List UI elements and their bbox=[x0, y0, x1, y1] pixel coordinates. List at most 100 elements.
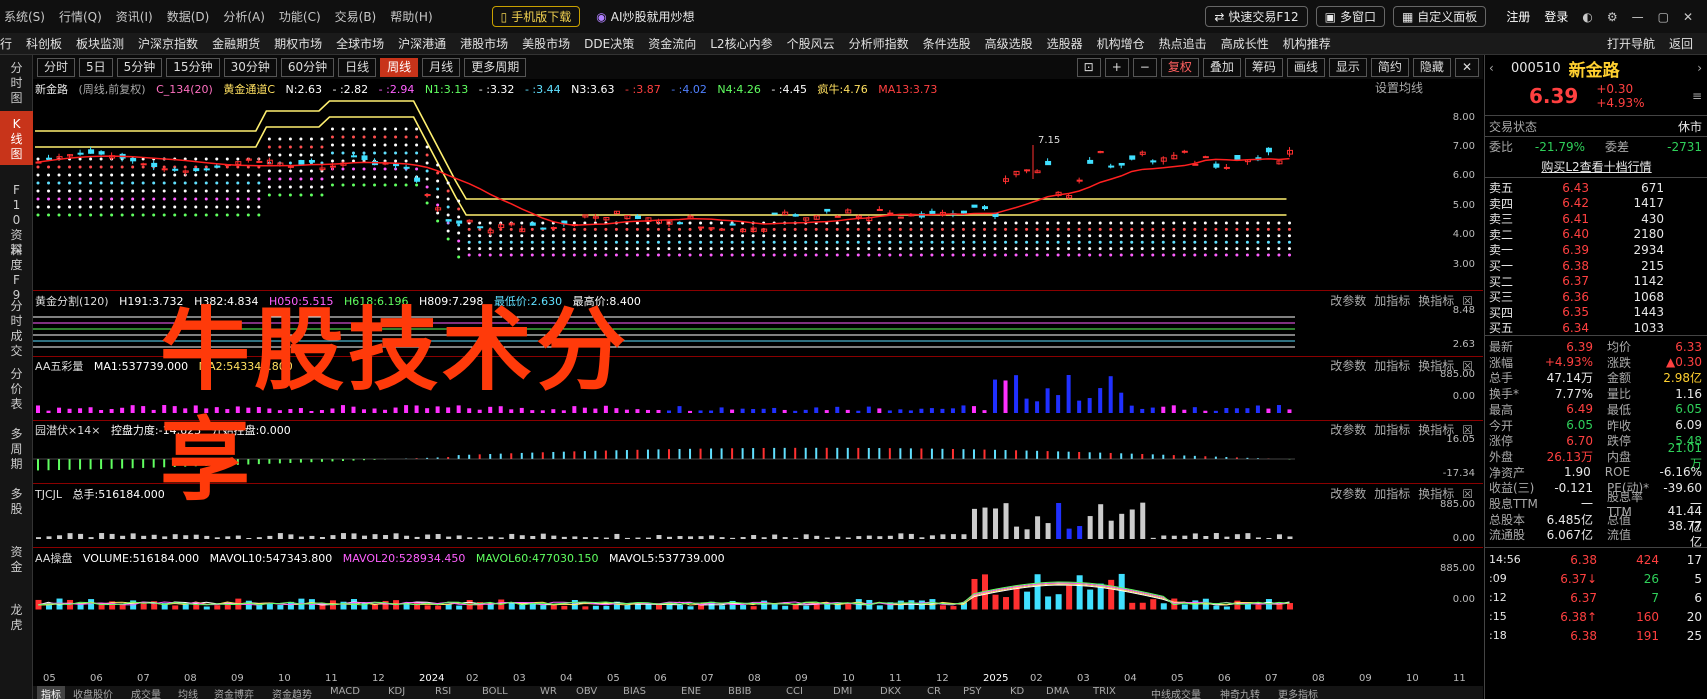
indicator-tab[interactable]: 神奇九转 bbox=[1220, 686, 1260, 699]
period-tab[interactable]: 30分钟 bbox=[223, 57, 277, 77]
left-nav-item[interactable]: 多股 bbox=[0, 483, 33, 527]
indicator-tab[interactable]: 中线成交量 bbox=[1151, 686, 1201, 699]
indicator-tab[interactable]: 均线 bbox=[178, 686, 198, 699]
edit-params-button[interactable]: 改参数 bbox=[1330, 294, 1366, 308]
next-stock-icon[interactable]: › bbox=[1697, 61, 1702, 75]
indicator-tab[interactable]: DKX bbox=[880, 686, 901, 697]
nav-item[interactable]: L2核心内参 bbox=[710, 35, 772, 52]
zoom-out-icon[interactable]: − bbox=[1132, 57, 1157, 77]
chips-button[interactable]: 筹码 bbox=[1244, 57, 1283, 77]
menu-system[interactable]: 系统(S) bbox=[4, 8, 45, 25]
menu-analysis[interactable]: 分析(A) bbox=[223, 8, 265, 25]
left-nav-item[interactable]: 龙虎 bbox=[0, 599, 33, 643]
period-tab[interactable]: 日线 bbox=[338, 57, 377, 77]
left-nav-item[interactable]: 资金 bbox=[0, 541, 33, 585]
switch-indicator-button[interactable]: 换指标 bbox=[1418, 294, 1454, 308]
nav-item[interactable]: 全球市场 bbox=[336, 35, 384, 52]
menu-function[interactable]: 功能(C) bbox=[279, 8, 321, 25]
indicator-tab[interactable]: TRIX bbox=[1093, 686, 1116, 697]
nav-item[interactable]: 高级选股 bbox=[985, 35, 1033, 52]
draw-line-button[interactable]: 画线 bbox=[1286, 57, 1325, 77]
edit-params-button[interactable]: 改参数 bbox=[1330, 487, 1366, 501]
left-nav-item[interactable]: 分时成交 bbox=[0, 295, 33, 358]
left-nav-item[interactable]: 深度F9 bbox=[0, 239, 33, 302]
add-indicator-button[interactable]: 加指标 bbox=[1374, 487, 1410, 501]
simple-button[interactable]: 简约 bbox=[1370, 57, 1409, 77]
login-link[interactable]: 登录 bbox=[1544, 8, 1568, 25]
period-tab[interactable]: 5日 bbox=[79, 57, 113, 77]
skin-icon[interactable]: ◐ bbox=[1582, 10, 1592, 24]
adjust-dropdown[interactable]: 复权 bbox=[1160, 57, 1199, 77]
buy-l2-link[interactable]: 购买L2查看十档行情 bbox=[1541, 158, 1651, 175]
menu-help[interactable]: 帮助(H) bbox=[390, 8, 432, 25]
close-icon[interactable]: ✕ bbox=[1683, 10, 1693, 24]
nav-item[interactable]: 分析师指数 bbox=[849, 35, 909, 52]
indicator-tab[interactable]: BIAS bbox=[623, 686, 646, 697]
open-guide-link[interactable]: 打开导航 bbox=[1607, 35, 1655, 52]
indicator-tab[interactable]: 成交量 bbox=[131, 686, 161, 699]
ai-promo-link[interactable]: ◉ AI炒股就用炒想 bbox=[588, 6, 702, 27]
nav-item[interactable]: 沪深京指数 bbox=[138, 35, 198, 52]
indicator-tab[interactable]: 更多指标 bbox=[1278, 686, 1318, 699]
nav-item[interactable]: 资金流向 bbox=[648, 35, 696, 52]
add-indicator-button[interactable]: 加指标 bbox=[1374, 359, 1410, 373]
edit-params-button[interactable]: 改参数 bbox=[1330, 423, 1366, 437]
indicator-label[interactable]: C_134(20) bbox=[156, 83, 213, 96]
minimize-icon[interactable]: — bbox=[1632, 10, 1644, 24]
left-nav-item[interactable]: F10资料 bbox=[0, 179, 33, 257]
hide-dropdown[interactable]: 隐藏 bbox=[1412, 57, 1451, 77]
indicator-tab[interactable]: CCI bbox=[786, 686, 803, 697]
add-indicator-button[interactable]: 加指标 bbox=[1374, 294, 1410, 308]
nav-item[interactable]: 个股风云 bbox=[787, 35, 835, 52]
indicator-tab[interactable]: KD bbox=[1010, 686, 1024, 697]
indicator-tab[interactable]: DMA bbox=[1046, 686, 1069, 697]
nav-item[interactable]: 板块监测 bbox=[76, 35, 124, 52]
indicator-tab[interactable]: KDJ bbox=[388, 686, 405, 697]
indicator-tab[interactable]: MACD bbox=[330, 686, 360, 697]
indicator-tab[interactable]: PSY bbox=[963, 686, 982, 697]
nav-item[interactable]: 沪深港通 bbox=[398, 35, 446, 52]
menu-icon[interactable]: ≡ bbox=[1692, 89, 1702, 103]
nav-item[interactable]: 选股器 bbox=[1047, 35, 1083, 52]
indicator-tab[interactable]: ENE bbox=[681, 686, 701, 697]
settings-icon[interactable]: ⚙ bbox=[1607, 10, 1618, 24]
period-tab[interactable]: 分时 bbox=[37, 57, 76, 77]
overlay-dropdown[interactable]: 叠加 bbox=[1202, 57, 1241, 77]
prev-stock-icon[interactable]: ‹ bbox=[1489, 61, 1511, 75]
indicator-tab[interactable]: 指标 bbox=[37, 686, 65, 699]
back-link[interactable]: 返回 bbox=[1669, 35, 1693, 52]
indicator-tab[interactable]: 收盘股价 bbox=[73, 686, 113, 699]
left-nav-item[interactable]: K线图 bbox=[0, 111, 33, 165]
maximize-icon[interactable]: ▢ bbox=[1658, 10, 1669, 24]
nav-item[interactable]: 金融期货 bbox=[212, 35, 260, 52]
menu-trade[interactable]: 交易(B) bbox=[335, 8, 377, 25]
multi-window-button[interactable]: ▣ 多窗口 bbox=[1315, 6, 1385, 27]
period-tab[interactable]: 15分钟 bbox=[166, 57, 220, 77]
display-dropdown[interactable]: 显示 bbox=[1328, 57, 1367, 77]
period-tab[interactable]: 月线 bbox=[422, 57, 461, 77]
indicator-tab[interactable]: 资金趋势 bbox=[272, 686, 312, 699]
add-indicator-button[interactable]: 加指标 bbox=[1374, 423, 1410, 437]
menu-info[interactable]: 资讯(I) bbox=[116, 8, 153, 25]
menu-data[interactable]: 数据(D) bbox=[167, 8, 210, 25]
indicator-tab[interactable]: BBIB bbox=[728, 686, 752, 697]
nav-item[interactable]: 高成长性 bbox=[1221, 35, 1269, 52]
nav-item[interactable]: 美股市场 bbox=[522, 35, 570, 52]
indicator-tab[interactable]: RSI bbox=[435, 686, 451, 697]
register-link[interactable]: 注册 bbox=[1506, 8, 1530, 25]
nav-item[interactable]: 条件选股 bbox=[923, 35, 971, 52]
ma-settings-button[interactable]: 设置均线 bbox=[1375, 79, 1423, 96]
indicator-tab[interactable]: BOLL bbox=[482, 686, 508, 697]
left-nav-item[interactable]: 多周期 bbox=[0, 423, 33, 477]
edit-params-button[interactable]: 改参数 bbox=[1330, 359, 1366, 373]
indicator-tab[interactable]: 资金博弈 bbox=[214, 686, 254, 699]
left-nav-item[interactable]: 分时图 bbox=[0, 57, 33, 109]
indicator-tab[interactable]: OBV bbox=[576, 686, 597, 697]
lock-icon[interactable]: ⊡ bbox=[1076, 57, 1101, 77]
close-panel-icon[interactable]: ✕ bbox=[1454, 57, 1479, 77]
zoom-in-icon[interactable]: + bbox=[1104, 57, 1129, 77]
mobile-download-button[interactable]: ▯ 手机版下载 bbox=[491, 6, 581, 27]
nav-item[interactable]: DDE决策 bbox=[584, 35, 634, 52]
nav-item[interactable]: 热点追击 bbox=[1159, 35, 1207, 52]
menu-quote[interactable]: 行情(Q) bbox=[59, 8, 102, 25]
